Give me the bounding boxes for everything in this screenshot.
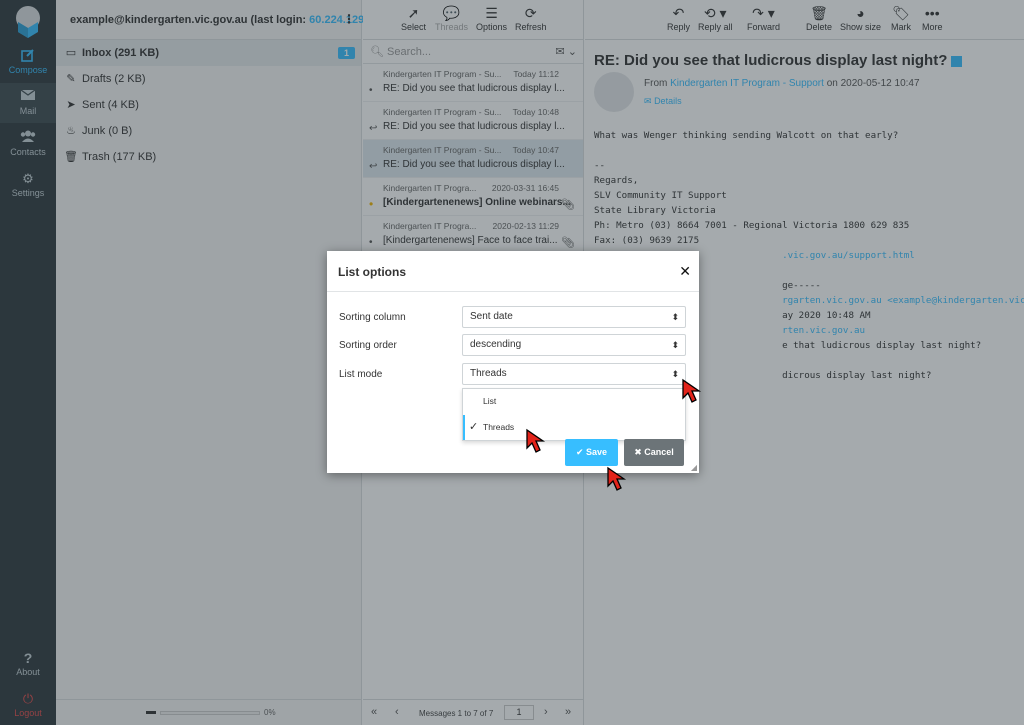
list-options-dialog: List options ✕ Sorting column Sent date … (327, 251, 699, 473)
sorting-column-label: Sorting column (339, 312, 406, 323)
resize-handle-icon[interactable]: ◢ (691, 463, 697, 472)
red-cursor-icon (682, 378, 702, 403)
cancel-label: Cancel (644, 447, 674, 457)
sorting-order-select[interactable]: descending ⬍ (462, 334, 686, 356)
option-list[interactable]: List (463, 389, 685, 414)
list-mode-dropdown: List ✓ Threads (462, 388, 686, 441)
select-arrows-icon: ⬍ (671, 312, 679, 322)
option-threads[interactable]: ✓ Threads (463, 415, 685, 440)
list-mode-value: Threads (470, 368, 507, 379)
list-mode-select[interactable]: Threads ⬍ (462, 363, 686, 385)
select-arrows-icon: ⬍ (671, 340, 679, 350)
cancel-button[interactable]: ✖ Cancel (624, 439, 684, 466)
save-button[interactable]: ✔ Save (565, 439, 618, 466)
option-label: List (483, 396, 497, 406)
sorting-order-label: Sorting order (339, 340, 397, 351)
save-label: Save (586, 447, 608, 457)
red-cursor-icon (526, 428, 546, 453)
checkmark-icon: ✓ (469, 421, 479, 433)
sorting-column-value: Sent date (470, 311, 513, 322)
option-label: Threads (483, 422, 515, 432)
red-cursor-icon (607, 466, 627, 491)
select-arrows-icon: ⬍ (671, 369, 679, 379)
dialog-title: List options (338, 265, 406, 279)
close-icon[interactable]: ✕ (679, 263, 691, 280)
x-icon: ✖ (634, 447, 642, 457)
sorting-order-value: descending (470, 339, 522, 350)
dialog-title-bar: List options ✕ (327, 251, 699, 292)
sorting-column-select[interactable]: Sent date ⬍ (462, 306, 686, 328)
list-mode-label: List mode (339, 369, 383, 380)
check-icon: ✔ (575, 447, 584, 457)
